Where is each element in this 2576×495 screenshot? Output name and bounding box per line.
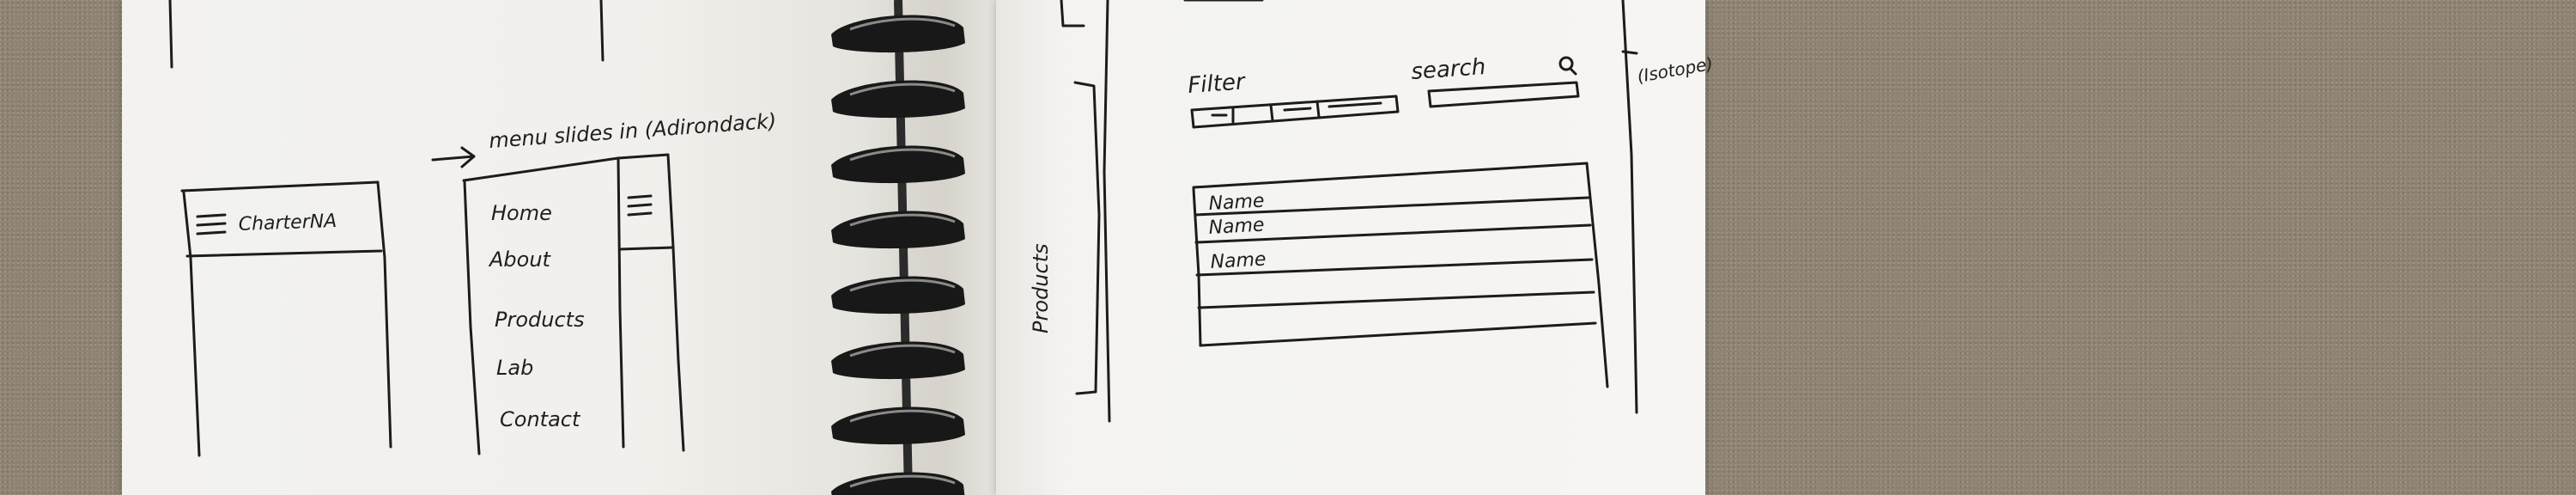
menu-item-home: Home	[491, 201, 552, 225]
bracket-products	[1073, 81, 1101, 395]
margin-note-isotope: (Isotope)	[1636, 53, 1715, 87]
side-label-products: Products	[1029, 243, 1053, 333]
list-row-name-1: Name	[1208, 191, 1265, 215]
menu-item-about: About	[488, 248, 552, 272]
stroke-far-right-line	[1621, 0, 1638, 414]
search-label: search	[1410, 54, 1486, 85]
spiral-binding	[831, 0, 965, 495]
sketch-drawing: menu slides in (Adirondack) CharterNA Ho…	[168, 0, 1715, 495]
arrow-icon	[431, 146, 476, 168]
stroke-far-right-tick	[1621, 50, 1638, 55]
annotation-menu-slides: menu slides in (Adirondack)	[488, 109, 777, 153]
hamburger-icon	[627, 194, 653, 217]
bracket-top	[1060, 0, 1085, 28]
stroke-top-middle	[599, 0, 605, 62]
menu-item-contact: Contact	[500, 407, 581, 431]
list-row-name-3: Name	[1210, 249, 1267, 273]
menu-item-products: Products	[495, 308, 585, 332]
list-row-name-2: Name	[1208, 215, 1265, 239]
menu-item-lab: Lab	[496, 356, 533, 380]
filter-label: Filter	[1187, 69, 1248, 99]
filter-control	[1190, 95, 1400, 129]
search-icon	[1558, 56, 1577, 76]
stroke-right-margin-line	[1103, 0, 1111, 423]
hamburger-icon	[196, 213, 227, 235]
brand-text: CharterNA	[238, 211, 337, 235]
stroke-top-left	[168, 0, 173, 69]
